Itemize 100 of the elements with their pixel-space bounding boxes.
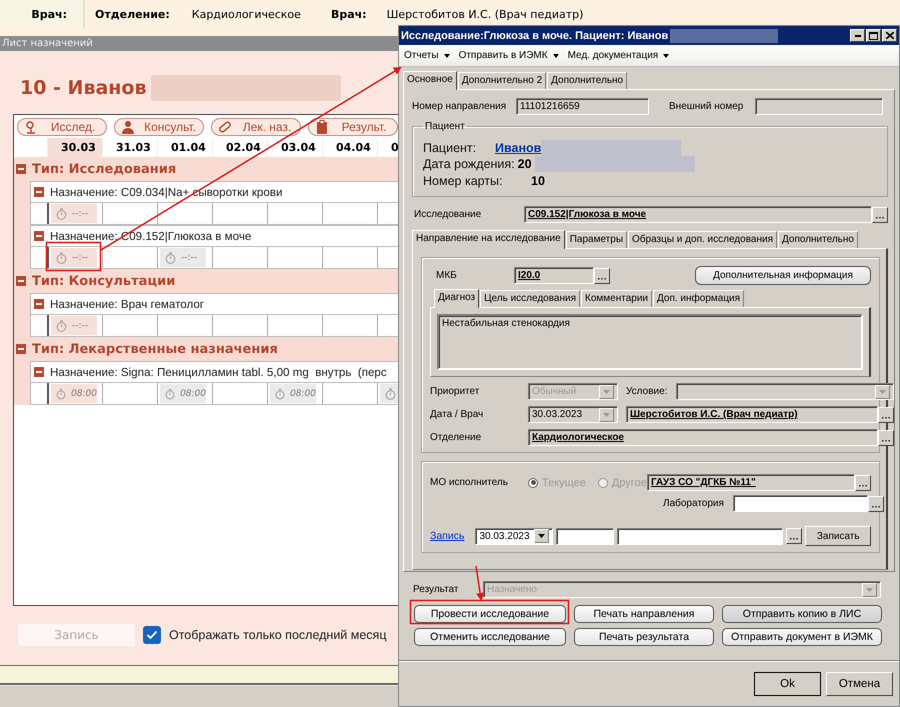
action-button[interactable]: Отменить исследование xyxy=(414,628,566,646)
doctor-field[interactable]: Шерстобитов И.С. (Врач педиатр) xyxy=(626,406,878,423)
filter-button[interactable]: Лек. наз. xyxy=(211,118,301,136)
tab[interactable]: Параметры xyxy=(566,231,628,248)
time-field[interactable] xyxy=(556,528,614,544)
booking-link[interactable]: Запись xyxy=(430,530,464,542)
book-button[interactable]: Записать xyxy=(805,526,871,546)
checkmark-icon xyxy=(146,630,158,640)
action-button[interactable]: Провести исследование xyxy=(414,605,566,623)
minimize-button[interactable] xyxy=(850,29,865,42)
cancel-button[interactable]: Отмена xyxy=(826,672,893,696)
panel-title: Лист назначений xyxy=(2,38,93,49)
date-header[interactable]: 30.03 xyxy=(47,138,102,157)
person-icon xyxy=(121,120,135,134)
filter-button[interactable]: Исслед. xyxy=(17,118,107,136)
stopwatch-icon xyxy=(56,252,67,264)
time-slot[interactable]: 08:00 xyxy=(160,384,206,403)
condition-dropdown[interactable] xyxy=(676,383,894,400)
browse-button[interactable] xyxy=(872,206,888,222)
tab[interactable]: Дополнительно 2 xyxy=(458,72,546,89)
diagnosis-textarea[interactable]: Нестабильная стенокардия xyxy=(437,314,863,370)
patient-title: 10 - Иванов xyxy=(20,77,147,99)
menu-item[interactable]: Мед. документация xyxy=(568,50,670,61)
assignment-title: Назначение: C09.034|Na+ сыворотки крови xyxy=(50,186,282,198)
stopwatch-icon xyxy=(56,320,67,332)
tab[interactable]: Цель исследования xyxy=(480,290,580,307)
maximize-button[interactable] xyxy=(866,29,881,42)
group-title: Тип: Консультации xyxy=(32,274,176,288)
menu-item[interactable]: Отправить в ИЭМК xyxy=(458,50,559,61)
group-title: Пациент xyxy=(424,121,466,132)
caret-icon xyxy=(552,54,559,58)
annotation-arrow xyxy=(475,566,484,601)
collapse-toggle[interactable] xyxy=(34,299,44,309)
highlight-frame xyxy=(46,242,102,272)
date-dropdown[interactable]: 30.03.2023 xyxy=(528,406,618,423)
field-label: Пациент: xyxy=(423,141,478,155)
browse-button[interactable] xyxy=(855,474,871,490)
tab[interactable]: Основное xyxy=(403,71,457,90)
close-button[interactable] xyxy=(882,29,897,42)
department-field[interactable]: Кардиологическое xyxy=(528,429,878,446)
icd-field[interactable]: I20.0 xyxy=(514,267,594,284)
browse-button[interactable] xyxy=(878,430,894,446)
browse-button[interactable] xyxy=(868,496,884,512)
filter-button[interactable]: Результ. xyxy=(308,118,398,136)
browse-button[interactable] xyxy=(594,268,610,284)
tab[interactable]: Дополнительно xyxy=(547,72,628,89)
date-dropdown[interactable]: 30.03.2023 xyxy=(475,528,554,544)
department-value: Кардиологическое xyxy=(192,8,301,20)
time-slot[interactable] xyxy=(380,384,399,403)
time-slot[interactable]: --:-- xyxy=(160,248,206,267)
laboratory-field[interactable] xyxy=(733,495,868,512)
referral-number-field[interactable]: 11101216659 xyxy=(516,98,649,115)
time-slot[interactable]: --:-- xyxy=(51,316,97,335)
stopwatch-icon xyxy=(56,208,67,220)
browse-button[interactable] xyxy=(878,406,894,422)
time-slot[interactable]: 08:00 xyxy=(270,384,316,403)
minimize-icon xyxy=(854,34,860,36)
field-label: МКБ xyxy=(435,270,458,281)
checkbox[interactable] xyxy=(143,626,161,644)
collapse-toggle[interactable] xyxy=(16,344,26,354)
card-number-value: 10 xyxy=(531,174,545,188)
collapse-toggle[interactable] xyxy=(34,367,44,377)
collapse-toggle[interactable] xyxy=(16,164,26,174)
field-label: Номер карты: xyxy=(423,174,504,188)
browse-button[interactable] xyxy=(786,528,802,544)
ok-button[interactable]: Ok xyxy=(754,672,821,696)
field-label: Врач: xyxy=(330,8,367,20)
action-button[interactable]: Печать направления xyxy=(574,605,714,623)
extra-info-button[interactable]: Дополнительная информация xyxy=(695,266,871,285)
stopwatch-icon xyxy=(165,388,176,400)
maximize-icon xyxy=(869,32,878,40)
time-slot[interactable]: --:-- xyxy=(51,204,97,223)
field-label: Приоритет xyxy=(430,386,480,397)
external-number-field[interactable] xyxy=(755,98,883,115)
group-title: Тип: Исследования xyxy=(32,162,176,176)
tab[interactable]: Доп. информация xyxy=(653,290,744,307)
patient-link[interactable]: Иванов xyxy=(495,141,542,155)
action-button[interactable]: Отправить копию в ЛИС xyxy=(722,605,882,623)
microscope-icon xyxy=(24,120,38,134)
time-slot[interactable]: --:-- xyxy=(51,248,97,267)
tab[interactable]: Образцы и доп. исследования xyxy=(628,231,777,248)
slot-field[interactable] xyxy=(617,528,784,544)
study-field[interactable]: C09.152|Глюкоза в моче xyxy=(524,206,872,223)
menu-item[interactable]: Отчеты xyxy=(404,50,450,61)
collapse-toggle[interactable] xyxy=(34,187,44,197)
tab[interactable]: Комментарии xyxy=(581,290,652,307)
field-label: Врач: xyxy=(31,8,67,20)
action-button[interactable]: Печать результата xyxy=(574,628,714,646)
filter-button[interactable]: Консульт. xyxy=(114,118,204,136)
field-label: Результат xyxy=(413,584,460,595)
assignment-title: Назначение: C09.152|Глюкоза в моче xyxy=(50,230,252,242)
birth-date-value: 20 xyxy=(518,157,532,171)
tab[interactable]: Направление на исследование xyxy=(412,230,565,249)
action-button[interactable]: Отправить документ в ИЭМК xyxy=(722,628,882,646)
doctor-value: Шерстобитов И.С. (Врач педиатр) xyxy=(386,8,584,20)
collapse-toggle[interactable] xyxy=(34,231,44,241)
tab[interactable]: Дополнительно xyxy=(778,231,858,248)
collapse-toggle[interactable] xyxy=(16,276,26,286)
caret-icon xyxy=(444,54,450,58)
tab[interactable]: Диагноз xyxy=(434,289,480,308)
